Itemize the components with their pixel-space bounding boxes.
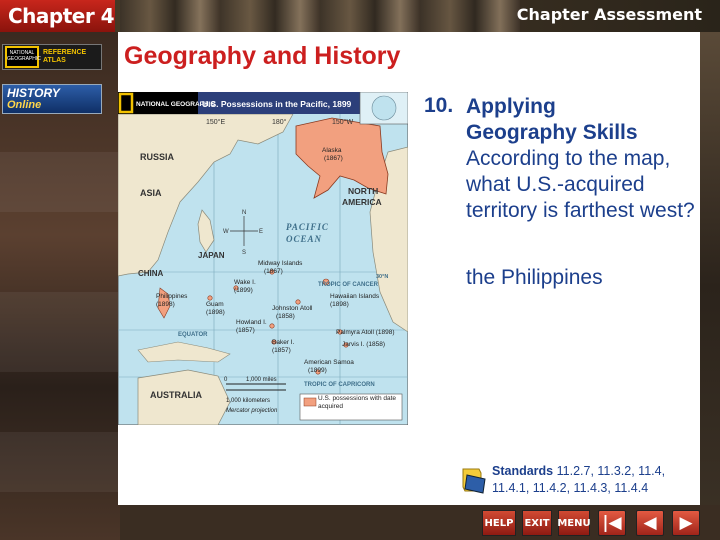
place-label-hawaii: Hawaiian Islands [330, 293, 380, 300]
online-label: Online [7, 99, 42, 111]
ocean-label: PACIFIC [286, 222, 329, 232]
place-label-wake: Wake I. [234, 279, 256, 286]
place-year-howland: (1857) [236, 327, 255, 334]
reference-atlas-button[interactable]: NATIONAL GEOGRAPHIC REFERENCE ATLAS [2, 44, 102, 70]
latitude-label: 30°N [376, 274, 388, 280]
tropic-of-cancer-label: TROPIC OF CANCER [318, 282, 379, 288]
place-label-jarvis: Jarvis I. (1858) [342, 341, 385, 348]
region-label-australia: AUSTRALIA [150, 390, 202, 400]
history-label: HISTORY [7, 86, 60, 100]
region-label-north-america: AMERICA [342, 197, 382, 207]
standards-text: Standards 11.2.7, 11.3.2, 11.4, 11.4.1, … [492, 463, 697, 497]
pacific-possessions-map: NATIONAL GEOGRAPHIC U.S. Possessions in … [118, 92, 408, 425]
legend-swatch [303, 397, 317, 407]
scale-miles: 1,000 miles [246, 377, 277, 383]
first-slide-icon[interactable]: |◀ [598, 510, 626, 536]
place-year-wake: (1899) [234, 287, 253, 294]
header-portrait-strip [120, 0, 520, 32]
standards-label: Standards [492, 464, 554, 478]
scale-km: 1,000 kilometers [226, 398, 270, 404]
place-year-alaska: (1867) [324, 155, 343, 162]
compass-e: E [259, 229, 263, 235]
region-label-japan: JAPAN [198, 251, 225, 260]
question-text: According to the map, what U.S.-acquired… [466, 147, 695, 222]
compass-n: N [242, 210, 246, 216]
globe-icon [371, 95, 397, 121]
region-label-asia: ASIA [140, 188, 162, 198]
menu-button[interactable]: MENU [557, 510, 591, 536]
place-label-philippines: Philippines [156, 293, 188, 300]
previous-slide-icon[interactable]: ◀ [636, 510, 664, 536]
scale-projection: Mercator projection [226, 408, 278, 414]
place-label-alaska: Alaska [322, 147, 342, 154]
answer-text: the Philippines [466, 266, 603, 289]
place-year-johnston: (1858) [276, 313, 295, 320]
compass-s: S [242, 250, 246, 256]
help-button[interactable]: HELP [482, 510, 516, 536]
place-year-philippines: (1898) [156, 301, 175, 308]
exit-button[interactable]: EXIT [522, 510, 552, 536]
question-body: Applying Geography Skills According to t… [466, 94, 698, 224]
map-title: U.S. Possessions in the Pacific, 1899 [202, 99, 352, 109]
question-title: Geography Skills [466, 121, 638, 144]
map-legend: U.S. possessions with date acquired [299, 393, 403, 421]
decor-strip [0, 152, 120, 212]
legend-label: U.S. possessions with date acquired [318, 395, 397, 410]
equator-label: EQUATOR [178, 332, 208, 338]
reference-atlas-label: REFERENCE ATLAS [43, 49, 87, 64]
place-label-guam: Guam [206, 301, 224, 308]
chapter-tab: Chapter 4 [0, 0, 115, 32]
place-label-midway: Midway Islands [258, 260, 303, 267]
place-year-samoa: (1899) [308, 367, 327, 374]
place-year-hawaii: (1898) [330, 301, 349, 308]
tropic-of-capricorn-label: TROPIC OF CAPRICORN [304, 382, 375, 388]
region-label-russia: RUSSIA [140, 152, 175, 162]
slide-heading: Geography and History [124, 42, 401, 70]
national-geographic-logo: NATIONAL GEOGRAPHIC [5, 46, 41, 68]
decor-strip [0, 432, 120, 492]
place-label-palmyra: Palmyra Atoll (1898) [336, 329, 395, 336]
place-year-guam: (1898) [206, 309, 225, 316]
place-label-baker: Baker I. [272, 339, 295, 346]
place-label-howland: Howland I. [236, 319, 267, 326]
next-slide-icon[interactable]: ▶ [672, 510, 700, 536]
ocean-label: OCEAN [286, 234, 322, 244]
right-decorative-strip [700, 32, 720, 540]
place-label-samoa: American Samoa [304, 359, 354, 366]
compass-w: W [223, 229, 229, 235]
longitude-label: 150°E [206, 118, 225, 126]
region-label-north-america: NORTH [348, 186, 378, 196]
longitude-label: 180° [272, 118, 287, 126]
question-title: Applying [466, 95, 556, 118]
region-label-china: CHINA [138, 269, 164, 278]
chapter-label: Chapter 4 [8, 4, 115, 28]
history-online-button[interactable]: HISTORY Online [2, 84, 102, 114]
question-number: 10. [424, 94, 454, 117]
place-label-johnston: Johnston Atoll [272, 305, 313, 312]
standards-icon [462, 468, 486, 494]
bottom-nav-bar [120, 505, 720, 540]
decor-strip [0, 292, 120, 372]
longitude-label: 150°W [332, 118, 353, 126]
assessment-title: Chapter Assessment [516, 5, 702, 24]
place-year-baker: (1857) [272, 347, 291, 354]
place-year-midway: (1867) [264, 268, 283, 275]
